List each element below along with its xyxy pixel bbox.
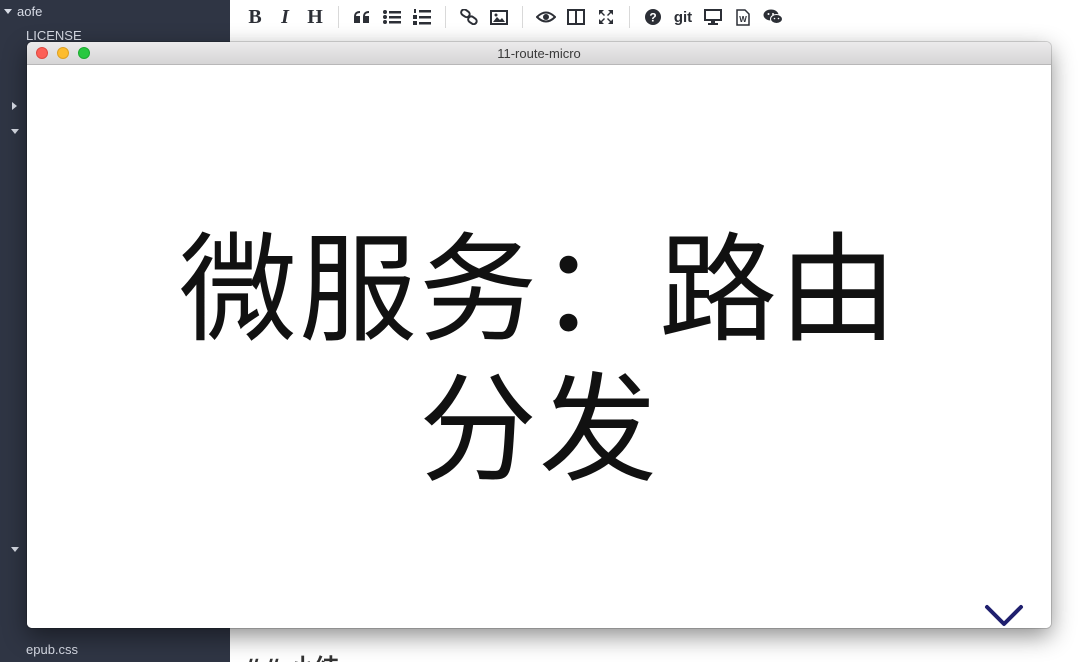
present-button[interactable]: [698, 3, 728, 31]
italic-button[interactable]: I: [270, 3, 300, 31]
git-button[interactable]: git: [668, 3, 698, 31]
expand-icon: [599, 10, 613, 24]
editor-toolbar: B I H ? git W: [230, 0, 1080, 34]
preview-window: 11-route-micro 微服务：路由分发: [27, 42, 1051, 628]
image-button[interactable]: [484, 3, 514, 31]
ordered-list-button[interactable]: [407, 3, 437, 31]
bold-button[interactable]: B: [240, 3, 270, 31]
image-icon: [490, 9, 508, 25]
chevron-down-icon[interactable]: [4, 8, 12, 14]
quote-button[interactable]: [347, 3, 377, 31]
help-button[interactable]: ?: [638, 3, 668, 31]
minimize-window-button[interactable]: [57, 47, 69, 59]
chevron-down-icon[interactable]: [984, 603, 1024, 628]
heading-button[interactable]: H: [300, 3, 330, 31]
tree-folder-expanded-2[interactable]: [11, 540, 19, 558]
list-bullet-icon: [383, 10, 401, 24]
zoom-window-button[interactable]: [78, 47, 90, 59]
bold-icon: B: [248, 5, 262, 28]
tree-folder-aofe[interactable]: aofe: [4, 2, 42, 20]
git-icon: git: [673, 8, 693, 26]
tree-file-label: epub.css: [26, 641, 79, 657]
side-by-side-button[interactable]: [561, 3, 591, 31]
unordered-list-button[interactable]: [377, 3, 407, 31]
fullscreen-button[interactable]: [591, 3, 621, 31]
chevron-down-icon[interactable]: [11, 128, 19, 134]
toolbar-divider: [522, 6, 523, 28]
question-circle-icon: ?: [645, 9, 661, 25]
close-window-button[interactable]: [36, 47, 48, 59]
eye-icon: [536, 11, 556, 23]
tree-folder-expanded[interactable]: [11, 122, 19, 140]
svg-text:W: W: [739, 15, 747, 24]
toolbar-divider: [338, 6, 339, 28]
window-titlebar[interactable]: 11-route-micro: [27, 42, 1051, 65]
link-icon: [460, 9, 478, 25]
tree-file-label: LICENSE: [26, 27, 82, 43]
heading-icon: H: [307, 5, 323, 28]
tree-folder-label: aofe: [17, 3, 43, 19]
tree-folder-collapsed[interactable]: [12, 97, 17, 115]
export-word-button[interactable]: W: [728, 3, 758, 31]
columns-icon: [567, 9, 585, 25]
window-title: 11-route-micro: [497, 45, 581, 61]
quote-icon: [354, 11, 369, 23]
word-file-icon: W: [736, 8, 750, 26]
toolbar-divider: [629, 6, 630, 28]
wechat-button[interactable]: [758, 3, 788, 31]
chevron-down-icon[interactable]: [11, 546, 19, 552]
slide-title: 微服务：路由分发: [178, 221, 899, 499]
desktop-icon: [704, 9, 722, 25]
tree-file-epub-css[interactable]: epub.css: [26, 640, 78, 658]
editor-heading-line: ## 小结: [242, 648, 339, 662]
italic-icon: I: [281, 5, 289, 28]
list-ordered-icon: [413, 9, 431, 25]
preview-button[interactable]: [531, 3, 561, 31]
toolbar-divider: [445, 6, 446, 28]
chevron-right-icon[interactable]: [12, 102, 17, 110]
link-button[interactable]: [454, 3, 484, 31]
wechat-icon: [763, 9, 783, 24]
slide-canvas: 微服务：路由分发: [27, 65, 1051, 628]
svg-text:?: ?: [649, 11, 656, 25]
